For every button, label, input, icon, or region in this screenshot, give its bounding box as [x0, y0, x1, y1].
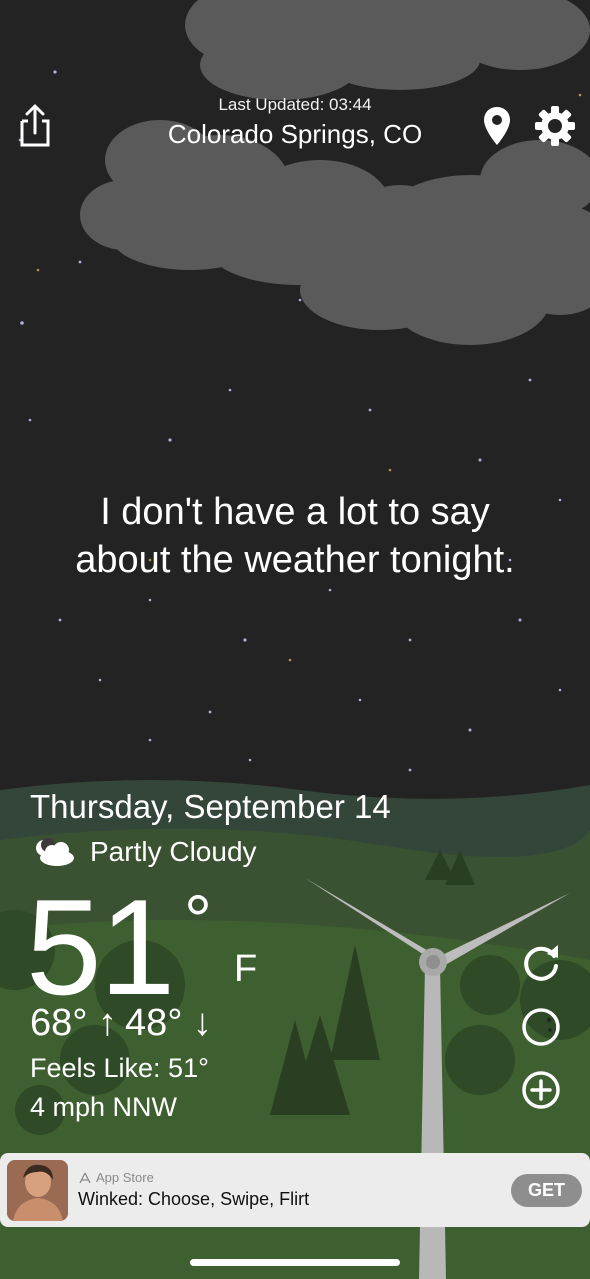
low-temperature: 48° ↓	[125, 1002, 213, 1044]
ad-thumbnail-image	[7, 1160, 68, 1221]
settings-button[interactable]	[534, 105, 576, 147]
commentary-line-2: about the weather tonight.	[75, 539, 515, 581]
feels-like-label: Feels Like: 51°	[30, 1053, 209, 1083]
ad-app-thumbnail[interactable]	[7, 1160, 68, 1221]
location-button[interactable]	[482, 105, 512, 147]
location-pin-icon	[484, 107, 510, 145]
moon-phase-button[interactable]	[519, 1005, 563, 1049]
weather-commentary: I don't have a lot to say about the weat…	[30, 488, 560, 584]
high-low-row: 68° ↑ 48° ↓	[30, 1002, 212, 1045]
high-temperature: 68° ↑	[30, 1002, 118, 1044]
add-location-button[interactable]	[519, 1068, 563, 1112]
ad-store-text: App Store	[96, 1170, 154, 1185]
home-indicator[interactable]	[190, 1259, 400, 1266]
condition-label: Partly Cloudy	[90, 836, 257, 867]
refresh-button[interactable]	[519, 941, 563, 985]
ad-get-button[interactable]: GET	[511, 1174, 582, 1207]
ad-banner[interactable]: App Store Winked: Choose, Swipe, Flirt G…	[0, 1153, 590, 1227]
degree-symbol: °	[184, 881, 212, 959]
temperature-unit[interactable]: F	[234, 948, 257, 991]
add-icon	[522, 1071, 560, 1109]
ad-store-label: App Store	[78, 1170, 154, 1185]
night-landscape-background	[0, 0, 590, 1279]
commentary-line-1: I don't have a lot to say	[100, 491, 490, 533]
app-store-icon	[79, 1172, 91, 1183]
current-temperature: 51	[26, 871, 175, 1023]
wind-label: 4 mph NNW	[30, 1092, 178, 1122]
partly-cloudy-night-icon	[36, 838, 74, 866]
date-label: Thursday, September 14	[30, 788, 391, 825]
refresh-icon	[524, 945, 558, 981]
moon-phase-icon	[522, 1008, 560, 1046]
condition-row: Partly Cloudy	[30, 836, 257, 868]
gear-icon	[535, 106, 575, 146]
ad-title[interactable]: Winked: Choose, Swipe, Flirt	[78, 1189, 309, 1210]
